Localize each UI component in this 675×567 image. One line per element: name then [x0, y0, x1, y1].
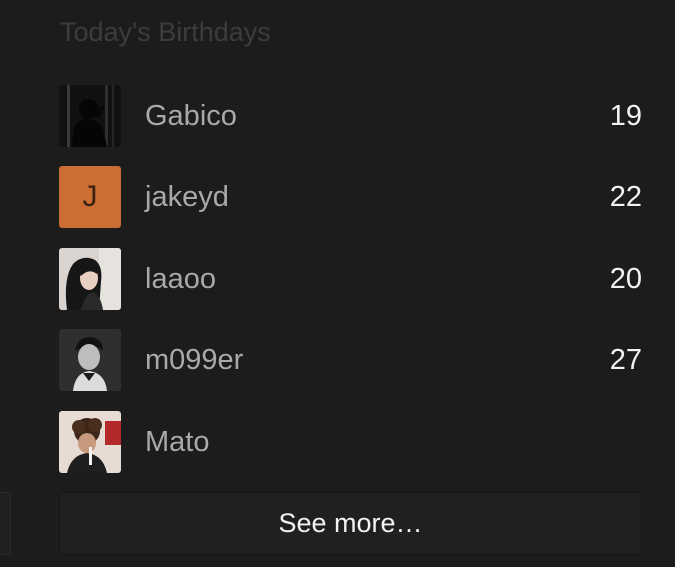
birthday-name[interactable]: Gabico	[145, 85, 237, 147]
birthday-item-gabico[interactable]: Gabico 19	[59, 85, 642, 147]
see-more-button[interactable]: See more…	[59, 492, 642, 555]
widget-title: Today's Birthdays	[60, 17, 271, 47]
birthday-age: 20	[609, 263, 642, 295]
avatar[interactable]	[59, 85, 121, 147]
birthday-age: 27	[609, 344, 642, 376]
avatar[interactable]	[59, 329, 121, 391]
avatar[interactable]	[59, 411, 121, 473]
avatar[interactable]	[59, 248, 121, 310]
man-avatar-image	[59, 329, 121, 391]
birthday-name[interactable]: laaoo	[145, 248, 216, 310]
girl-avatar-image	[59, 248, 121, 310]
birthday-item-m099er[interactable]: m099er 27	[59, 329, 642, 391]
birthday-item-mato[interactable]: Mato	[59, 411, 642, 473]
birthday-age: 19	[609, 100, 642, 132]
curly-hair-avatar-image	[59, 411, 121, 473]
birthday-name[interactable]: jakeyd	[145, 166, 229, 228]
birthday-name[interactable]: m099er	[145, 329, 243, 391]
birthday-item-laaoo[interactable]: laaoo 20	[59, 248, 642, 310]
left-panel-edge	[0, 492, 11, 555]
birthday-item-jakeyd[interactable]: J jakeyd 22	[59, 166, 642, 228]
silhouette-avatar-image	[59, 85, 121, 147]
birthday-age: 22	[609, 181, 642, 213]
birthday-name[interactable]: Mato	[145, 411, 209, 473]
avatar[interactable]: J	[59, 166, 121, 228]
